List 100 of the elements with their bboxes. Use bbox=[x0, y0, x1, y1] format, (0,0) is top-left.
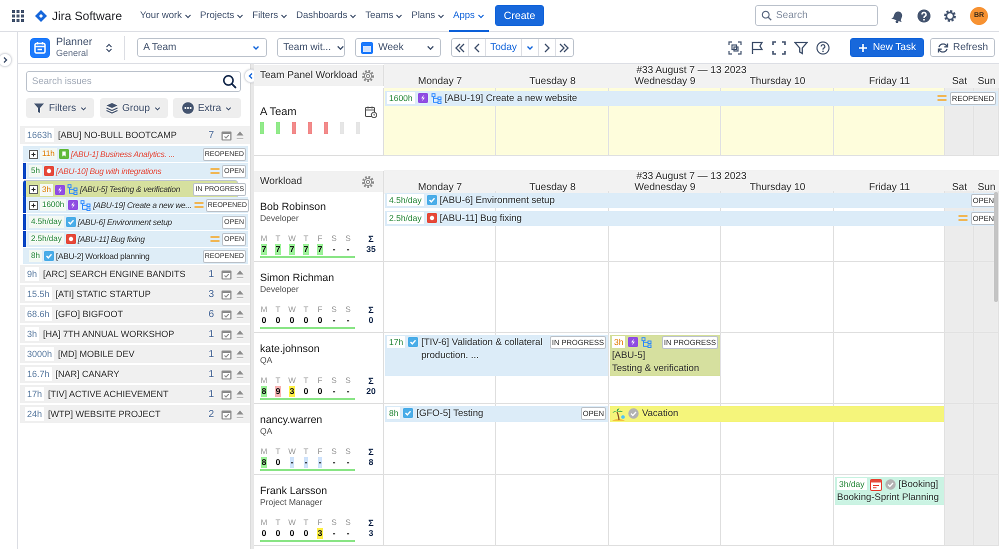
day-label: Friday 11 bbox=[868, 182, 911, 194]
task-title: [GFO-5] Testing bbox=[416, 407, 484, 420]
extra-button[interactable]: Extra bbox=[173, 98, 241, 118]
project-row[interactable]: 15.5h [ATI] STATIC STARTUP 3 bbox=[20, 285, 250, 303]
checkbox-icon bbox=[408, 337, 418, 347]
task-title: [ABU-6] Environment setup bbox=[440, 194, 555, 207]
day-letter: S bbox=[345, 305, 351, 315]
day-letter: T bbox=[304, 305, 308, 315]
hours-value: - bbox=[346, 457, 350, 468]
project-row[interactable]: 17h [TIV] ACTIVE ACHIEVEMENT 1 bbox=[20, 385, 250, 403]
issue-title: [ABU-11] Bug fixing bbox=[78, 234, 146, 244]
hours-value: - bbox=[332, 315, 336, 326]
flag-icon bbox=[750, 40, 764, 54]
issue-count: 1 bbox=[208, 368, 214, 380]
day-letter: W bbox=[288, 234, 296, 244]
day-letter: T bbox=[276, 234, 280, 244]
day-letter: S bbox=[331, 376, 337, 386]
dropdown-select[interactable]: A Team bbox=[137, 38, 268, 57]
hours-label: 8h bbox=[387, 407, 400, 419]
person-role: QA bbox=[260, 426, 274, 437]
help-icon bbox=[917, 8, 931, 22]
dropdown-select[interactable]: Team wit... bbox=[277, 38, 346, 57]
hours-label: 5h bbox=[29, 165, 42, 177]
hours-label: 3h bbox=[612, 336, 626, 348]
group-button[interactable]: Group bbox=[100, 98, 168, 118]
nav-menu-item[interactable]: Your work bbox=[136, 0, 196, 32]
day-letter: T bbox=[276, 376, 280, 386]
sum-symbol: Σ bbox=[368, 305, 374, 315]
sort-icon bbox=[236, 270, 244, 278]
hours-value: - bbox=[346, 244, 350, 255]
issue-title: [ABU-1] Business Analytics. ... bbox=[70, 150, 176, 158]
task-bar[interactable] bbox=[385, 335, 608, 376]
hours-value: 8 bbox=[260, 386, 268, 397]
app-subtitle: General bbox=[56, 48, 90, 59]
nav-menu-item[interactable]: Plans bbox=[407, 0, 450, 32]
project-row[interactable]: 9h [ARC] SEARCH ENGINE BANDITS 1 bbox=[20, 265, 250, 283]
nav-menu-item[interactable]: Teams bbox=[361, 0, 408, 32]
day-letter: S bbox=[345, 376, 351, 386]
project-row[interactable]: 16.7h [NAR] CANARY 1 bbox=[20, 365, 250, 383]
person-name: Frank Larsson bbox=[260, 485, 328, 497]
nav-menu-item[interactable]: Filters bbox=[248, 0, 292, 32]
chevron-down-icon bbox=[154, 104, 161, 112]
hours-value: - bbox=[332, 244, 336, 255]
project-row[interactable]: 68.6h [GFO] BIGFOOT 6 bbox=[20, 305, 250, 323]
project-row[interactable]: 3h [HA] 7TH ANNUAL WORKSHOP 1 bbox=[20, 325, 250, 343]
hours-value: 0 bbox=[274, 528, 282, 539]
day-letter: T bbox=[304, 234, 308, 244]
switch-app-button[interactable] bbox=[104, 42, 114, 52]
calendar-check-icon bbox=[221, 268, 232, 280]
refresh-button[interactable]: Refresh bbox=[930, 38, 995, 57]
task-title: [ABU-19] Create a new website bbox=[444, 92, 578, 105]
hours-label: 68.6h bbox=[25, 307, 52, 321]
search-field[interactable]: Search issues bbox=[26, 71, 241, 92]
project-row[interactable]: 3000h [MD] MOBILE DEV 1 bbox=[20, 345, 250, 363]
chevron-down-icon bbox=[349, 12, 358, 20]
total-hours: 20 bbox=[366, 386, 376, 397]
panel-title: Team Panel Workload bbox=[260, 70, 358, 81]
day-label: Tuesday 8 bbox=[528, 76, 577, 88]
new-task-button[interactable]: New Task bbox=[850, 38, 924, 57]
task-bar[interactable] bbox=[385, 91, 998, 106]
chevron-down-icon bbox=[395, 12, 404, 20]
checkbox-icon bbox=[44, 251, 54, 261]
sum-symbol: Σ bbox=[368, 234, 374, 244]
up-down-chevron-icon bbox=[104, 42, 114, 52]
fullscreen-icon bbox=[772, 40, 786, 54]
project-row[interactable]: 1663h [ABU] NO-BULL BOOTCAMP 7 bbox=[20, 126, 250, 144]
day-letter: S bbox=[331, 305, 337, 315]
day-label: Thursday 10 bbox=[748, 76, 806, 88]
hours-label: 2.5h/day bbox=[387, 212, 424, 224]
day-letter: S bbox=[345, 234, 351, 244]
calendar-check-icon bbox=[221, 368, 232, 380]
lightning-icon bbox=[68, 200, 78, 210]
issue-count: 1 bbox=[208, 268, 214, 280]
nav-menu-item[interactable]: Apps bbox=[449, 0, 489, 32]
chevron-down-icon bbox=[476, 12, 485, 20]
dropdown-select[interactable]: Week bbox=[355, 38, 442, 57]
day-letter: S bbox=[331, 234, 337, 244]
day-letter: S bbox=[331, 447, 337, 457]
hours-value: 0 bbox=[288, 528, 296, 539]
hours-value: 0 bbox=[288, 315, 296, 326]
hours-label: 3h/day bbox=[837, 478, 867, 490]
task-subtitle: Booking-Sprint Planning bbox=[837, 491, 940, 504]
project-row[interactable]: 24h [WTP] WEBSITE PROJECT 2 bbox=[20, 405, 250, 423]
nav-menu-item[interactable]: Dashboards bbox=[292, 0, 362, 32]
day-label: Thursday 10 bbox=[748, 182, 806, 194]
day-letter: S bbox=[331, 518, 337, 528]
issue-count: 2 bbox=[208, 408, 214, 420]
create-button[interactable]: Create bbox=[494, 5, 544, 26]
chevron-down-icon bbox=[225, 104, 232, 112]
search-icon bbox=[761, 10, 772, 21]
check-circle-icon bbox=[628, 408, 639, 419]
day-label: Sat bbox=[950, 182, 968, 194]
filters-button[interactable]: Filters bbox=[26, 98, 94, 118]
search-field[interactable]: Search bbox=[755, 5, 878, 26]
nav-menu-item[interactable]: Projects bbox=[196, 0, 248, 32]
hours-value: - bbox=[318, 457, 322, 468]
team-name: A Team bbox=[260, 106, 296, 118]
expand-sidebar-button[interactable] bbox=[0, 53, 12, 67]
hours-label: 9h bbox=[25, 267, 40, 281]
hours-value: - bbox=[346, 528, 350, 539]
